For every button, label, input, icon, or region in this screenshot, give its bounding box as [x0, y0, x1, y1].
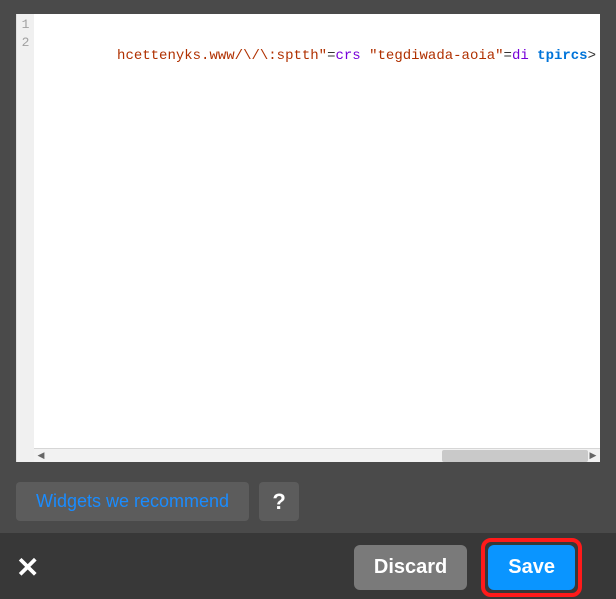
- code-punct: <: [588, 48, 596, 64]
- help-button[interactable]: ?: [259, 482, 299, 521]
- code-tag: script: [537, 48, 587, 64]
- code-editor[interactable]: 1 2 <script id="aioa-adawidget" src="htt…: [16, 14, 600, 462]
- scroll-thumb[interactable]: [442, 450, 588, 462]
- code-punct: =: [504, 48, 512, 64]
- toolbar: ? Widgets we recommend: [0, 476, 616, 533]
- line-number: 1: [17, 16, 34, 34]
- save-highlight: Save: [481, 538, 582, 597]
- line-number: 2: [17, 34, 34, 52]
- code-line: <script id="aioa-adawidget" src="https:\…: [38, 48, 596, 64]
- widgets-recommend-button[interactable]: Widgets we recommend: [16, 482, 249, 521]
- close-icon[interactable]: ✕: [16, 551, 39, 584]
- footer-actions: Save Discard: [354, 538, 582, 597]
- save-button[interactable]: Save: [488, 545, 575, 590]
- code-string: "aioa-adawidget": [369, 48, 503, 64]
- editor-wrapper: 1 2 <script id="aioa-adawidget" src="htt…: [0, 0, 616, 476]
- code-punct: =: [327, 48, 335, 64]
- scroll-left-arrow-icon[interactable]: ◀: [34, 449, 48, 462]
- line-gutter: 1 2: [16, 14, 34, 462]
- code-attr: id: [512, 48, 529, 64]
- scroll-right-arrow-icon[interactable]: ▶: [586, 449, 600, 462]
- footer: Save Discard ✕: [0, 533, 616, 599]
- code-attr: src: [336, 48, 361, 64]
- discard-button[interactable]: Discard: [354, 545, 467, 590]
- horizontal-scrollbar[interactable]: ◀ ▶: [34, 448, 600, 462]
- code-area[interactable]: <script id="aioa-adawidget" src="https:\…: [34, 14, 600, 462]
- code-string: "https:\/\/www.skynettech: [117, 48, 327, 64]
